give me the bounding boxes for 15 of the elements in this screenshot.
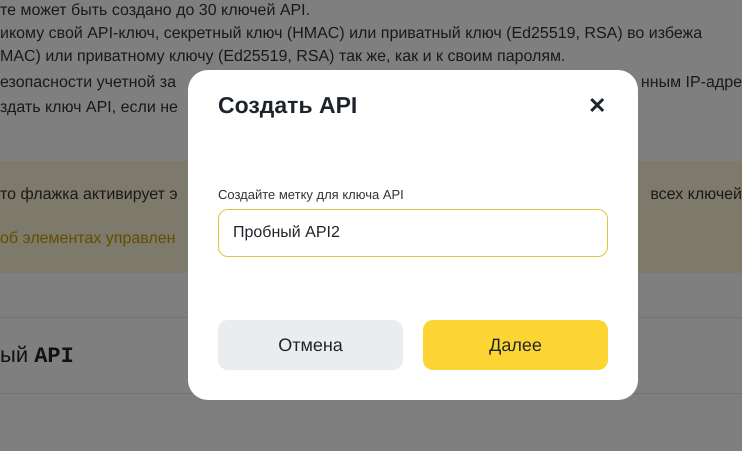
close-button[interactable]: ✕	[586, 92, 608, 118]
notice-text: то флажка активирует э	[0, 186, 178, 204]
body-text: нным IP-адре	[640, 73, 742, 93]
body-text: икому свой API-ключ, секретный ключ (HMAC) или приватный ключ (Ed25519, RSA) во избежа	[0, 24, 702, 44]
field-label: Создайте метку для ключа API	[218, 187, 405, 202]
body-text: те может быть создано до 30 ключей API.	[0, 1, 310, 21]
section-title: ый API	[0, 342, 74, 369]
label-input[interactable]: Пробный API2	[218, 209, 608, 257]
notice-text: всех ключей	[650, 186, 742, 204]
next-button[interactable]: Далее	[423, 320, 608, 370]
cancel-button[interactable]: Отмена	[218, 320, 403, 370]
dialog-title: Создать API	[218, 92, 358, 119]
body-text: MAC) или приватному ключу (Ed25519, RSA) так же, как и к своим паролям.	[0, 47, 566, 67]
body-text: езопасности учетной за	[0, 73, 176, 93]
body-text: здать ключ API, если не	[0, 98, 178, 118]
